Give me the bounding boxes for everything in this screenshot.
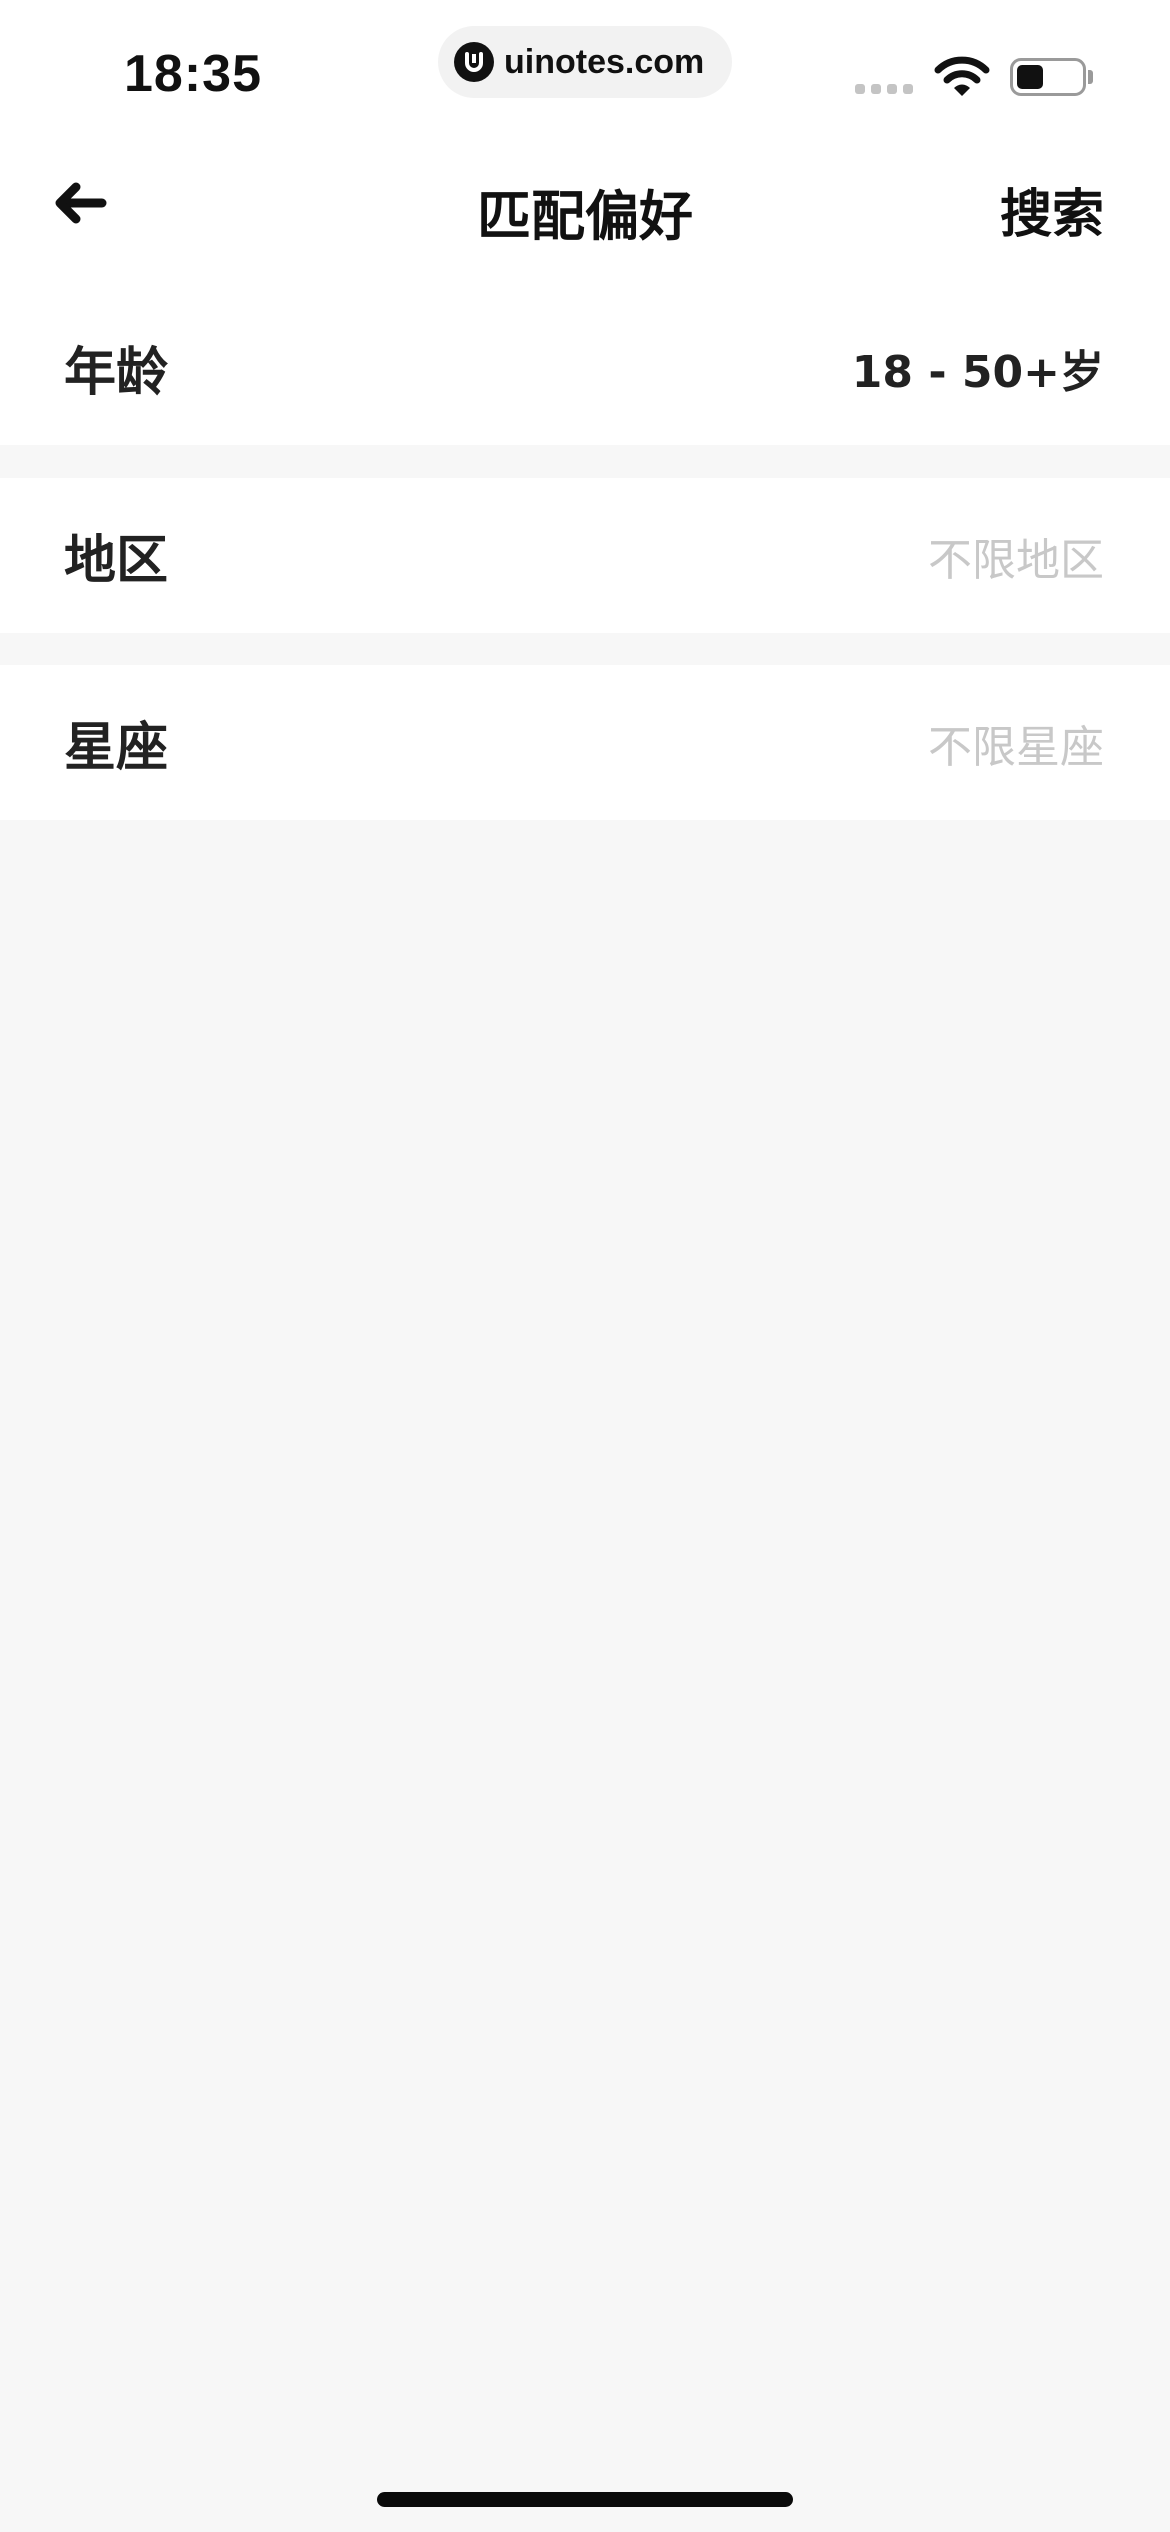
wifi-icon	[934, 56, 990, 102]
nav-bar: 匹配偏好 搜索	[0, 140, 1170, 290]
region-label: 地区	[64, 531, 169, 591]
status-bar: 18:35 uinotes.com	[0, 0, 1170, 140]
cellular-signal-icon	[855, 84, 913, 94]
age-label: 年龄	[64, 343, 169, 403]
age-value: 18 - 50+岁	[851, 346, 1104, 398]
url-pill[interactable]: uinotes.com	[438, 26, 732, 98]
site-logo-icon	[454, 42, 494, 82]
zodiac-preference-row[interactable]: 星座 不限星座	[0, 665, 1170, 820]
zodiac-value: 不限星座	[928, 721, 1104, 773]
region-preference-row[interactable]: 地区 不限地区	[0, 478, 1170, 633]
url-text: uinotes.com	[504, 42, 705, 81]
status-time: 18:35	[124, 45, 262, 103]
age-preference-row[interactable]: 年龄 18 - 50+岁	[0, 290, 1170, 445]
battery-icon	[1010, 58, 1086, 96]
page-title: 匹配偏好	[477, 185, 693, 248]
zodiac-label: 星座	[64, 718, 169, 778]
battery-tip	[1088, 70, 1093, 84]
home-indicator[interactable]	[377, 2492, 793, 2507]
match-preferences-screen: 18:35 uinotes.com 匹配偏好 搜索 年龄 18 - 50+岁 地…	[0, 0, 1170, 2532]
search-button[interactable]: 搜索	[1000, 172, 1104, 247]
region-value: 不限地区	[928, 534, 1104, 586]
